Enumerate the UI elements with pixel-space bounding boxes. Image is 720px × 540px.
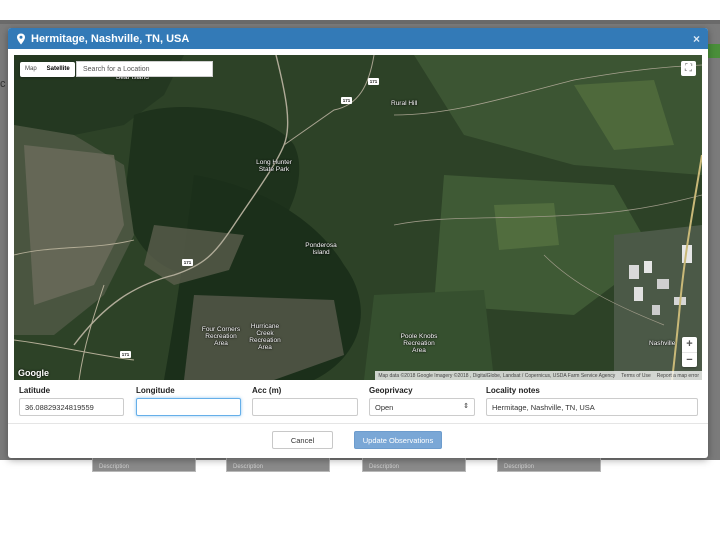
zoom-out-button[interactable]: − [682,352,697,367]
geoprivacy-label: Geoprivacy [369,386,413,395]
map-type-satellite-button[interactable]: Satellite [42,62,75,77]
latitude-field: Latitude 36.08829324819559 [19,386,124,416]
geoprivacy-field: Geoprivacy Open ⇕ [369,386,475,416]
accuracy-label: Acc (m) [252,386,282,395]
place-label-four-corners: Four Corners Recreation Area [201,326,241,347]
map-pin-icon [17,33,25,44]
satellite-imagery [14,55,702,380]
longitude-label: Longitude [136,386,175,395]
map-type-map-button[interactable]: Map [20,62,42,77]
longitude-field: Longitude [136,386,241,416]
place-label-nashville: Nashville [649,340,676,347]
attribution-text: Map data ©2018 Google Imagery ©2018 , Di… [378,372,616,379]
update-observations-button[interactable]: Update Observations [354,431,442,449]
google-logo: Google [18,368,49,378]
locality-input[interactable]: Hermitage, Nashville, TN, USA [486,398,698,416]
background-description-field: Description [362,458,466,472]
background-nav-strip [0,20,720,24]
map-view[interactable]: 171 171 171 171 Bear Island Rural Hill L… [14,55,702,380]
zoom-control: + − [682,337,697,367]
locality-label: Locality notes [486,386,540,395]
geoprivacy-select[interactable]: Open ⇕ [369,398,475,416]
background-description-field: Description [92,458,196,472]
location-modal: Hermitage, Nashville, TN, USA × 171 171 … [8,28,708,458]
cancel-button[interactable]: Cancel [272,431,333,449]
modal-header: Hermitage, Nashville, TN, USA × [8,28,708,49]
place-label-long-hunter: Long Hunter State Park [256,159,292,173]
accuracy-field: Acc (m) [252,386,358,416]
route-shield: 171 [341,97,352,104]
place-label-poole-knobs: Poole Knobs Recreation Area [400,333,438,354]
terms-link[interactable]: Terms of Use [618,373,653,379]
modal-footer: Cancel Update Observations [8,423,708,458]
map-attribution: Map data ©2018 Google Imagery ©2018 , Di… [375,371,702,380]
zoom-in-button[interactable]: + [682,337,697,352]
background-description-field: Description [226,458,330,472]
background-green-button [708,44,720,58]
close-icon[interactable]: × [693,32,700,46]
geoprivacy-value: Open [375,403,394,412]
select-arrows-icon: ⇕ [463,403,469,410]
route-shield: 171 [368,78,379,85]
latitude-input[interactable]: 36.08829324819559 [19,398,124,416]
route-shield: 171 [182,259,193,266]
route-shield: 171 [120,351,131,358]
background-text: c [0,78,6,90]
accuracy-input[interactable] [252,398,358,416]
place-label-hurricane-creek: Hurricane Creek Recreation Area [249,323,281,351]
place-label-rural-hill: Rural Hill [391,100,418,107]
latitude-label: Latitude [19,386,51,395]
fullscreen-icon[interactable]: ⛶ [681,61,696,76]
place-label-ponderosa: Ponderosa Island [305,242,337,256]
modal-title: Hermitage, Nashville, TN, USA [31,32,190,45]
map-type-control: Map Satellite [20,62,75,77]
background-description-field: Description [497,458,601,472]
locality-field: Locality notes Hermitage, Nashville, TN,… [486,386,698,416]
report-error-link[interactable]: Report a map error [654,373,702,379]
longitude-input[interactable] [136,398,241,416]
location-search-input[interactable]: Search for a Location [76,61,213,77]
